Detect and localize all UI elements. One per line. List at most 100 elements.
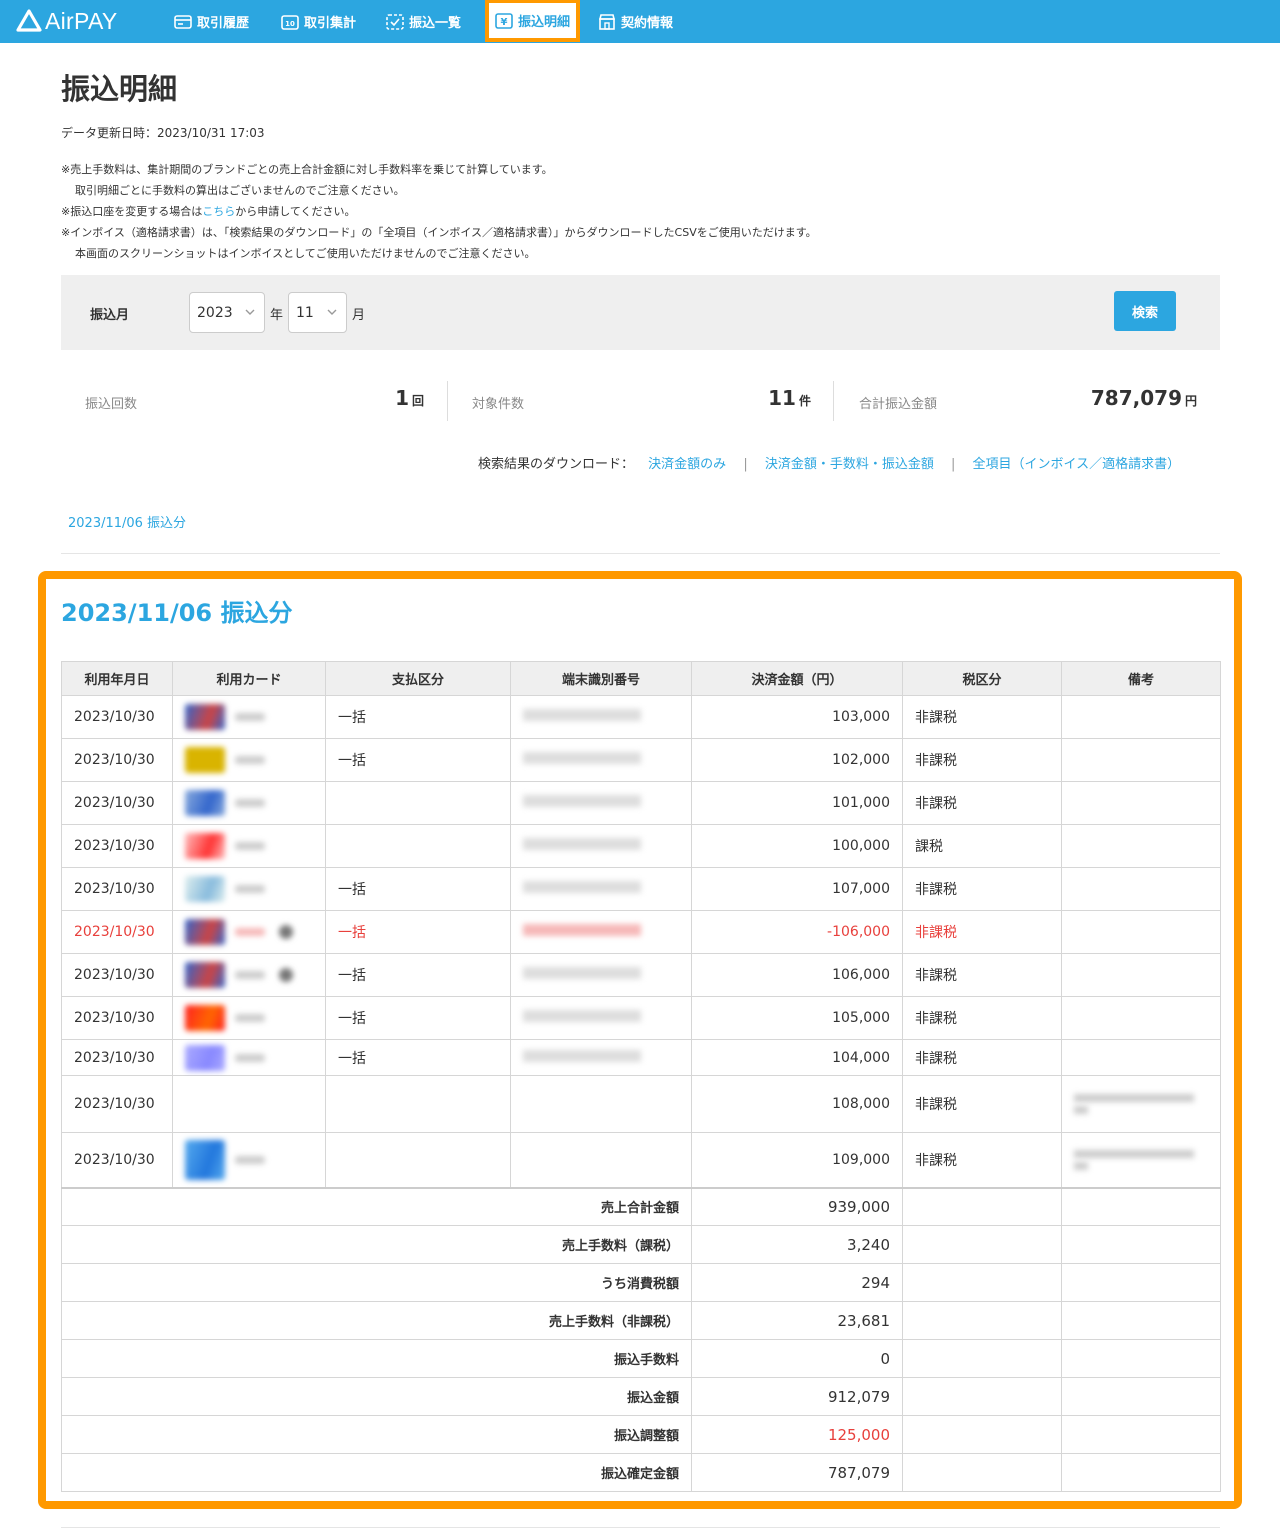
- amount-cell: 106,000: [691, 953, 903, 997]
- top-navigation-bar: AirPAY 取引履歴 10 取引集計 振込一覧 ¥ 振込明細 契約情報: [0, 0, 1280, 43]
- column-header: 支払区分: [325, 661, 511, 696]
- terminal-id-cell: [510, 1132, 692, 1188]
- download-amount-only-link[interactable]: 決済金額のみ: [648, 457, 726, 472]
- unit: 回: [411, 394, 424, 408]
- year-unit: 年: [270, 308, 284, 323]
- card-cell: [172, 1039, 326, 1076]
- table-row[interactable]: 2023/10/30 一括 104,000 非課税: [61, 1039, 1221, 1076]
- masked-card-number: [235, 1155, 265, 1164]
- masked-memo: [1074, 1149, 1194, 1158]
- change-account-link[interactable]: こちら: [202, 205, 235, 218]
- masked-card-number: [235, 885, 265, 893]
- card-brand-icon: [185, 747, 225, 773]
- memo-cell: [1061, 738, 1221, 782]
- separator: |: [951, 457, 956, 472]
- divider: [61, 553, 1220, 554]
- payment-type-cell: 一括: [325, 695, 511, 739]
- usage-date-cell: 2023/10/30: [61, 910, 173, 954]
- download-all-items-link[interactable]: 全項目（インボイス／適格請求書）: [973, 457, 1181, 472]
- table-row[interactable]: 2023/10/30 109,000 非課税: [61, 1132, 1221, 1188]
- empty-cell: [902, 1377, 1062, 1416]
- empty-cell: [902, 1225, 1062, 1264]
- search-button[interactable]: 検索: [1114, 291, 1176, 331]
- nav-item-contract-info[interactable]: 契約情報: [598, 0, 673, 43]
- total-row: 振込手数料 0: [61, 1339, 1221, 1378]
- card-brand-icon: [185, 790, 225, 816]
- table-row[interactable]: 2023/10/30 一括 -106,000 非課税: [61, 910, 1221, 954]
- tax-category-cell: 非課税: [902, 910, 1062, 954]
- amount-cell: 101,000: [691, 781, 903, 825]
- amount-cell: 105,000: [691, 996, 903, 1040]
- download-label: 検索結果のダウンロード：: [478, 457, 635, 472]
- empty-cell: [902, 1453, 1062, 1492]
- nav-item-transfer-list[interactable]: 振込一覧: [386, 0, 461, 43]
- usage-date-cell: 2023/10/30: [61, 781, 173, 825]
- payment-type-cell: 一括: [325, 738, 511, 782]
- nav-label: 契約情報: [621, 16, 674, 31]
- masked-terminal-id: [523, 1010, 641, 1022]
- memo-cell: [1061, 1132, 1221, 1188]
- table-row[interactable]: 2023/10/30 108,000 非課税: [61, 1075, 1221, 1133]
- memo-cell: [1061, 1039, 1221, 1076]
- table-row[interactable]: 2023/10/30 一括 107,000 非課税: [61, 867, 1221, 911]
- month-select[interactable]: 11: [288, 292, 347, 333]
- terminal-id-cell: [510, 910, 692, 954]
- chevron-down-icon: [327, 309, 337, 315]
- card-brand-icon: [185, 704, 225, 730]
- data-updated-timestamp: データ更新日時：2023/10/31 17:03: [61, 126, 265, 140]
- table-row[interactable]: 2023/10/30 100,000 課税: [61, 824, 1221, 868]
- note-line: ※インボイス（適格請求書）は、「検索結果のダウンロード」の「全項目（インボイス／…: [61, 226, 817, 239]
- empty-cell: [902, 1186, 1062, 1226]
- memo-cell: [1061, 1075, 1221, 1133]
- terminal-id-cell: [510, 824, 692, 868]
- total-label: 売上手数料（非課税）: [61, 1301, 692, 1340]
- empty-cell: [902, 1263, 1062, 1302]
- column-header: 端末識別番号: [510, 661, 692, 696]
- total-label: 振込確定金額: [61, 1453, 692, 1492]
- nav-label: 振込明細: [518, 15, 571, 30]
- tax-category-cell: 課税: [902, 824, 1062, 868]
- column-header: 決済金額（円）: [691, 661, 903, 696]
- tax-category-cell: 非課税: [902, 1132, 1062, 1188]
- table-row[interactable]: 2023/10/30 101,000 非課税: [61, 781, 1221, 825]
- card-cell: [172, 824, 326, 868]
- chevron-down-icon: [245, 309, 255, 315]
- payment-type-cell: 一括: [325, 1039, 511, 1076]
- usage-date-cell: 2023/10/30: [61, 1075, 173, 1133]
- card-cell: [172, 1075, 326, 1133]
- memo-cell: [1061, 781, 1221, 825]
- svg-text:¥: ¥: [501, 17, 508, 28]
- nav-label: 振込一覧: [409, 16, 462, 31]
- transfer-count-value: 1回: [330, 386, 424, 410]
- masked-memo: [1074, 1161, 1088, 1170]
- receipt-icon: [174, 14, 192, 29]
- amount-cell: 103,000: [691, 695, 903, 739]
- card-cell: [172, 1132, 326, 1188]
- table-row[interactable]: 2023/10/30 一括 102,000 非課税: [61, 738, 1221, 782]
- nav-item-transaction-history[interactable]: 取引履歴: [174, 0, 249, 43]
- table-row[interactable]: 2023/10/30 一括 105,000 非課税: [61, 996, 1221, 1040]
- card-cell: [172, 738, 326, 782]
- payment-type-cell: 一括: [325, 910, 511, 954]
- table-row[interactable]: 2023/10/30 一括 106,000 非課税: [61, 953, 1221, 997]
- payment-type-cell: 一括: [325, 867, 511, 911]
- nav-item-transaction-summary[interactable]: 10 取引集計: [281, 0, 356, 43]
- terminal-id-cell: [510, 695, 692, 739]
- card-cell: [172, 867, 326, 911]
- masked-terminal-id: [523, 752, 641, 764]
- column-header: 利用年月日: [61, 661, 173, 696]
- terminal-id-cell: [510, 738, 692, 782]
- airpay-logo[interactable]: AirPAY: [16, 7, 118, 35]
- amount-cell: -106,000: [691, 910, 903, 954]
- note-line: 本画面のスクリーンショットはインボイスとしてご使用いただけませんのでご注意くださ…: [75, 247, 536, 260]
- notice-text: ※売上手数料は、集計期間のブランドごとの売上合計金額に対し手数料率を乗じて計算し…: [61, 159, 817, 264]
- transfer-anchor-link[interactable]: 2023/11/06 振込分: [68, 512, 186, 531]
- nav-item-transfer-details[interactable]: ¥ 振込明細: [484, 0, 581, 42]
- table-row[interactable]: 2023/10/30 一括 103,000 非課税: [61, 695, 1221, 739]
- unit: 件: [798, 394, 811, 408]
- logo-text: AirPAY: [45, 7, 118, 34]
- tax-category-cell: 非課税: [902, 867, 1062, 911]
- year-select[interactable]: 2023: [189, 292, 265, 333]
- download-amount-fee-link[interactable]: 決済金額・手数料・振込金額: [765, 457, 934, 472]
- total-label: 振込手数料: [61, 1339, 692, 1378]
